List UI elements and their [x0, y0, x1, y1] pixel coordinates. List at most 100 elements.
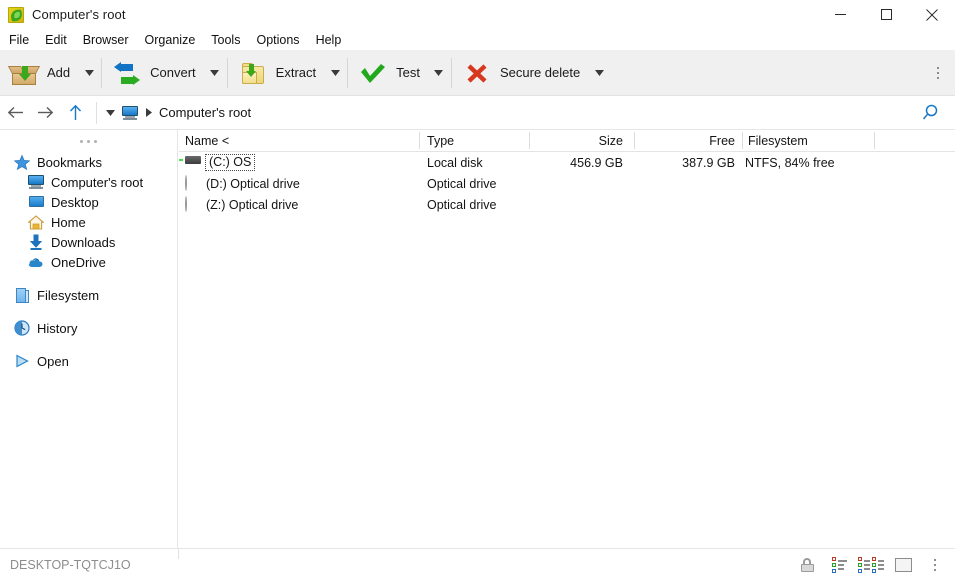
- file-size: 456.9 GB: [529, 152, 623, 173]
- menu-item-help[interactable]: Help: [308, 30, 350, 50]
- column-header-filesystem[interactable]: Filesystem: [748, 130, 808, 151]
- toolbar-separator: [227, 58, 228, 88]
- more-options-icon[interactable]: [919, 549, 951, 581]
- close-button[interactable]: [909, 0, 955, 29]
- column-header-name[interactable]: Name <: [185, 130, 229, 151]
- file-size: [529, 194, 623, 215]
- add-dropdown-arrow[interactable]: [78, 50, 100, 96]
- clock-icon: [14, 320, 30, 336]
- thumbnail-view-icon[interactable]: [887, 549, 919, 581]
- toolbar-group-extract: Extract: [229, 50, 346, 96]
- extract-dropdown-arrow[interactable]: [324, 50, 346, 96]
- breadcrumb-chevron-icon[interactable]: [141, 98, 157, 128]
- up-arrow-icon[interactable]: [60, 98, 90, 128]
- convert-dropdown-arrow[interactable]: [204, 50, 226, 96]
- convert-arrows-icon: [112, 58, 142, 88]
- test-button[interactable]: Test: [349, 50, 428, 96]
- add-button-label: Add: [47, 65, 70, 80]
- table-row[interactable]: (D:) Optical drive Optical drive: [179, 173, 955, 194]
- peazip-logo-icon: [8, 7, 24, 23]
- hard-disk-icon: [185, 155, 201, 171]
- add-button[interactable]: Add: [0, 50, 78, 96]
- maximize-button[interactable]: [863, 0, 909, 29]
- column-header-type[interactable]: Type: [427, 130, 454, 151]
- computer-monitor-icon[interactable]: [119, 98, 141, 128]
- menu-item-file[interactable]: File: [1, 30, 37, 50]
- toolbar-group-secure-delete: Secure delete: [453, 50, 610, 96]
- sidebar-item-home[interactable]: Home: [0, 212, 177, 232]
- minimize-button[interactable]: [817, 0, 863, 29]
- test-button-label: Test: [396, 65, 420, 80]
- cloud-icon: [28, 254, 44, 270]
- sidebar-item-label: Open: [37, 354, 69, 369]
- sidebar-item-label: OneDrive: [51, 255, 106, 270]
- secure-delete-dropdown-arrow[interactable]: [588, 50, 610, 96]
- column-header-size[interactable]: Size: [529, 130, 623, 151]
- sidebar-item-bookmarks[interactable]: Bookmarks: [0, 152, 177, 172]
- sidebar-item-downloads[interactable]: Downloads: [0, 232, 177, 252]
- status-separator: [178, 549, 179, 559]
- file-free: [634, 194, 735, 215]
- toolbar-more-options-icon[interactable]: [927, 50, 949, 96]
- sidebar-item-filesystem[interactable]: Filesystem: [0, 285, 177, 305]
- secure-delete-button-label: Secure delete: [500, 65, 580, 80]
- sidebar-more-icon[interactable]: [0, 130, 177, 152]
- play-triangle-icon: [14, 353, 30, 369]
- optical-disc-icon: [185, 176, 201, 192]
- convert-button[interactable]: Convert: [103, 50, 204, 96]
- column-divider[interactable]: [874, 132, 875, 149]
- convert-button-label: Convert: [150, 65, 196, 80]
- file-name[interactable]: (Z:) Optical drive: [206, 198, 298, 212]
- sidebar-item-history[interactable]: History: [0, 318, 177, 338]
- star-icon: [14, 154, 30, 170]
- file-name[interactable]: (C:) OS: [205, 154, 255, 171]
- back-arrow-icon[interactable]: [0, 98, 30, 128]
- menu-item-options[interactable]: Options: [248, 30, 307, 50]
- column-divider[interactable]: [742, 132, 743, 149]
- test-dropdown-arrow[interactable]: [428, 50, 450, 96]
- toolbar-group-add: Add: [0, 50, 100, 96]
- sidebar-item-onedrive[interactable]: OneDrive: [0, 252, 177, 272]
- file-type: Local disk: [427, 152, 483, 173]
- menu-item-browser[interactable]: Browser: [75, 30, 137, 50]
- column-header-free[interactable]: Free: [634, 130, 735, 151]
- sidebar-item-open[interactable]: Open: [0, 351, 177, 371]
- optical-disc-icon: [185, 197, 201, 213]
- menu-item-tools[interactable]: Tools: [203, 30, 248, 50]
- extract-button[interactable]: Extract: [229, 50, 324, 96]
- file-list-header: Name < Type Size Free Filesystem: [179, 130, 955, 152]
- sidebar-item-label: Bookmarks: [37, 155, 102, 170]
- computer-monitor-icon: [28, 174, 44, 190]
- nav-separator: [96, 102, 97, 124]
- secure-delete-button[interactable]: Secure delete: [453, 50, 588, 96]
- sidebar-item-desktop[interactable]: Desktop: [0, 192, 177, 212]
- title-bar: Computer's root: [0, 0, 955, 29]
- table-row[interactable]: (C:) OS Local disk 456.9 GB 387.9 GB NTF…: [179, 152, 955, 173]
- filesystem-icon: [14, 287, 30, 303]
- extract-folder-icon: [238, 58, 268, 88]
- sidebar-item-computers-root[interactable]: Computer's root: [0, 172, 177, 192]
- file-list: Name < Type Size Free Filesystem (C:) OS…: [179, 130, 955, 548]
- breadcrumb[interactable]: Computer's root: [157, 105, 251, 120]
- lock-icon[interactable]: [791, 549, 823, 581]
- toolbar-separator: [347, 58, 348, 88]
- toolbar-separator: [451, 58, 452, 88]
- secure-delete-x-icon: [462, 58, 492, 88]
- window-controls: [817, 0, 955, 29]
- detail-view-icon[interactable]: [855, 549, 887, 581]
- table-row[interactable]: (Z:) Optical drive Optical drive: [179, 194, 955, 215]
- file-size: [529, 173, 623, 194]
- forward-arrow-icon[interactable]: [30, 98, 60, 128]
- column-divider[interactable]: [419, 132, 420, 149]
- chevron-down-icon[interactable]: [101, 98, 119, 128]
- search-icon[interactable]: [915, 98, 945, 128]
- test-check-icon: [358, 58, 388, 88]
- menu-item-organize[interactable]: Organize: [137, 30, 204, 50]
- main-toolbar: Add Convert: [0, 50, 955, 96]
- list-view-icon[interactable]: [823, 549, 855, 581]
- file-type: Optical drive: [427, 194, 496, 215]
- status-bar: DESKTOP-TQTCJ1O: [0, 548, 955, 581]
- file-name[interactable]: (D:) Optical drive: [206, 177, 300, 191]
- window-title: Computer's root: [32, 7, 126, 22]
- menu-item-edit[interactable]: Edit: [37, 30, 75, 50]
